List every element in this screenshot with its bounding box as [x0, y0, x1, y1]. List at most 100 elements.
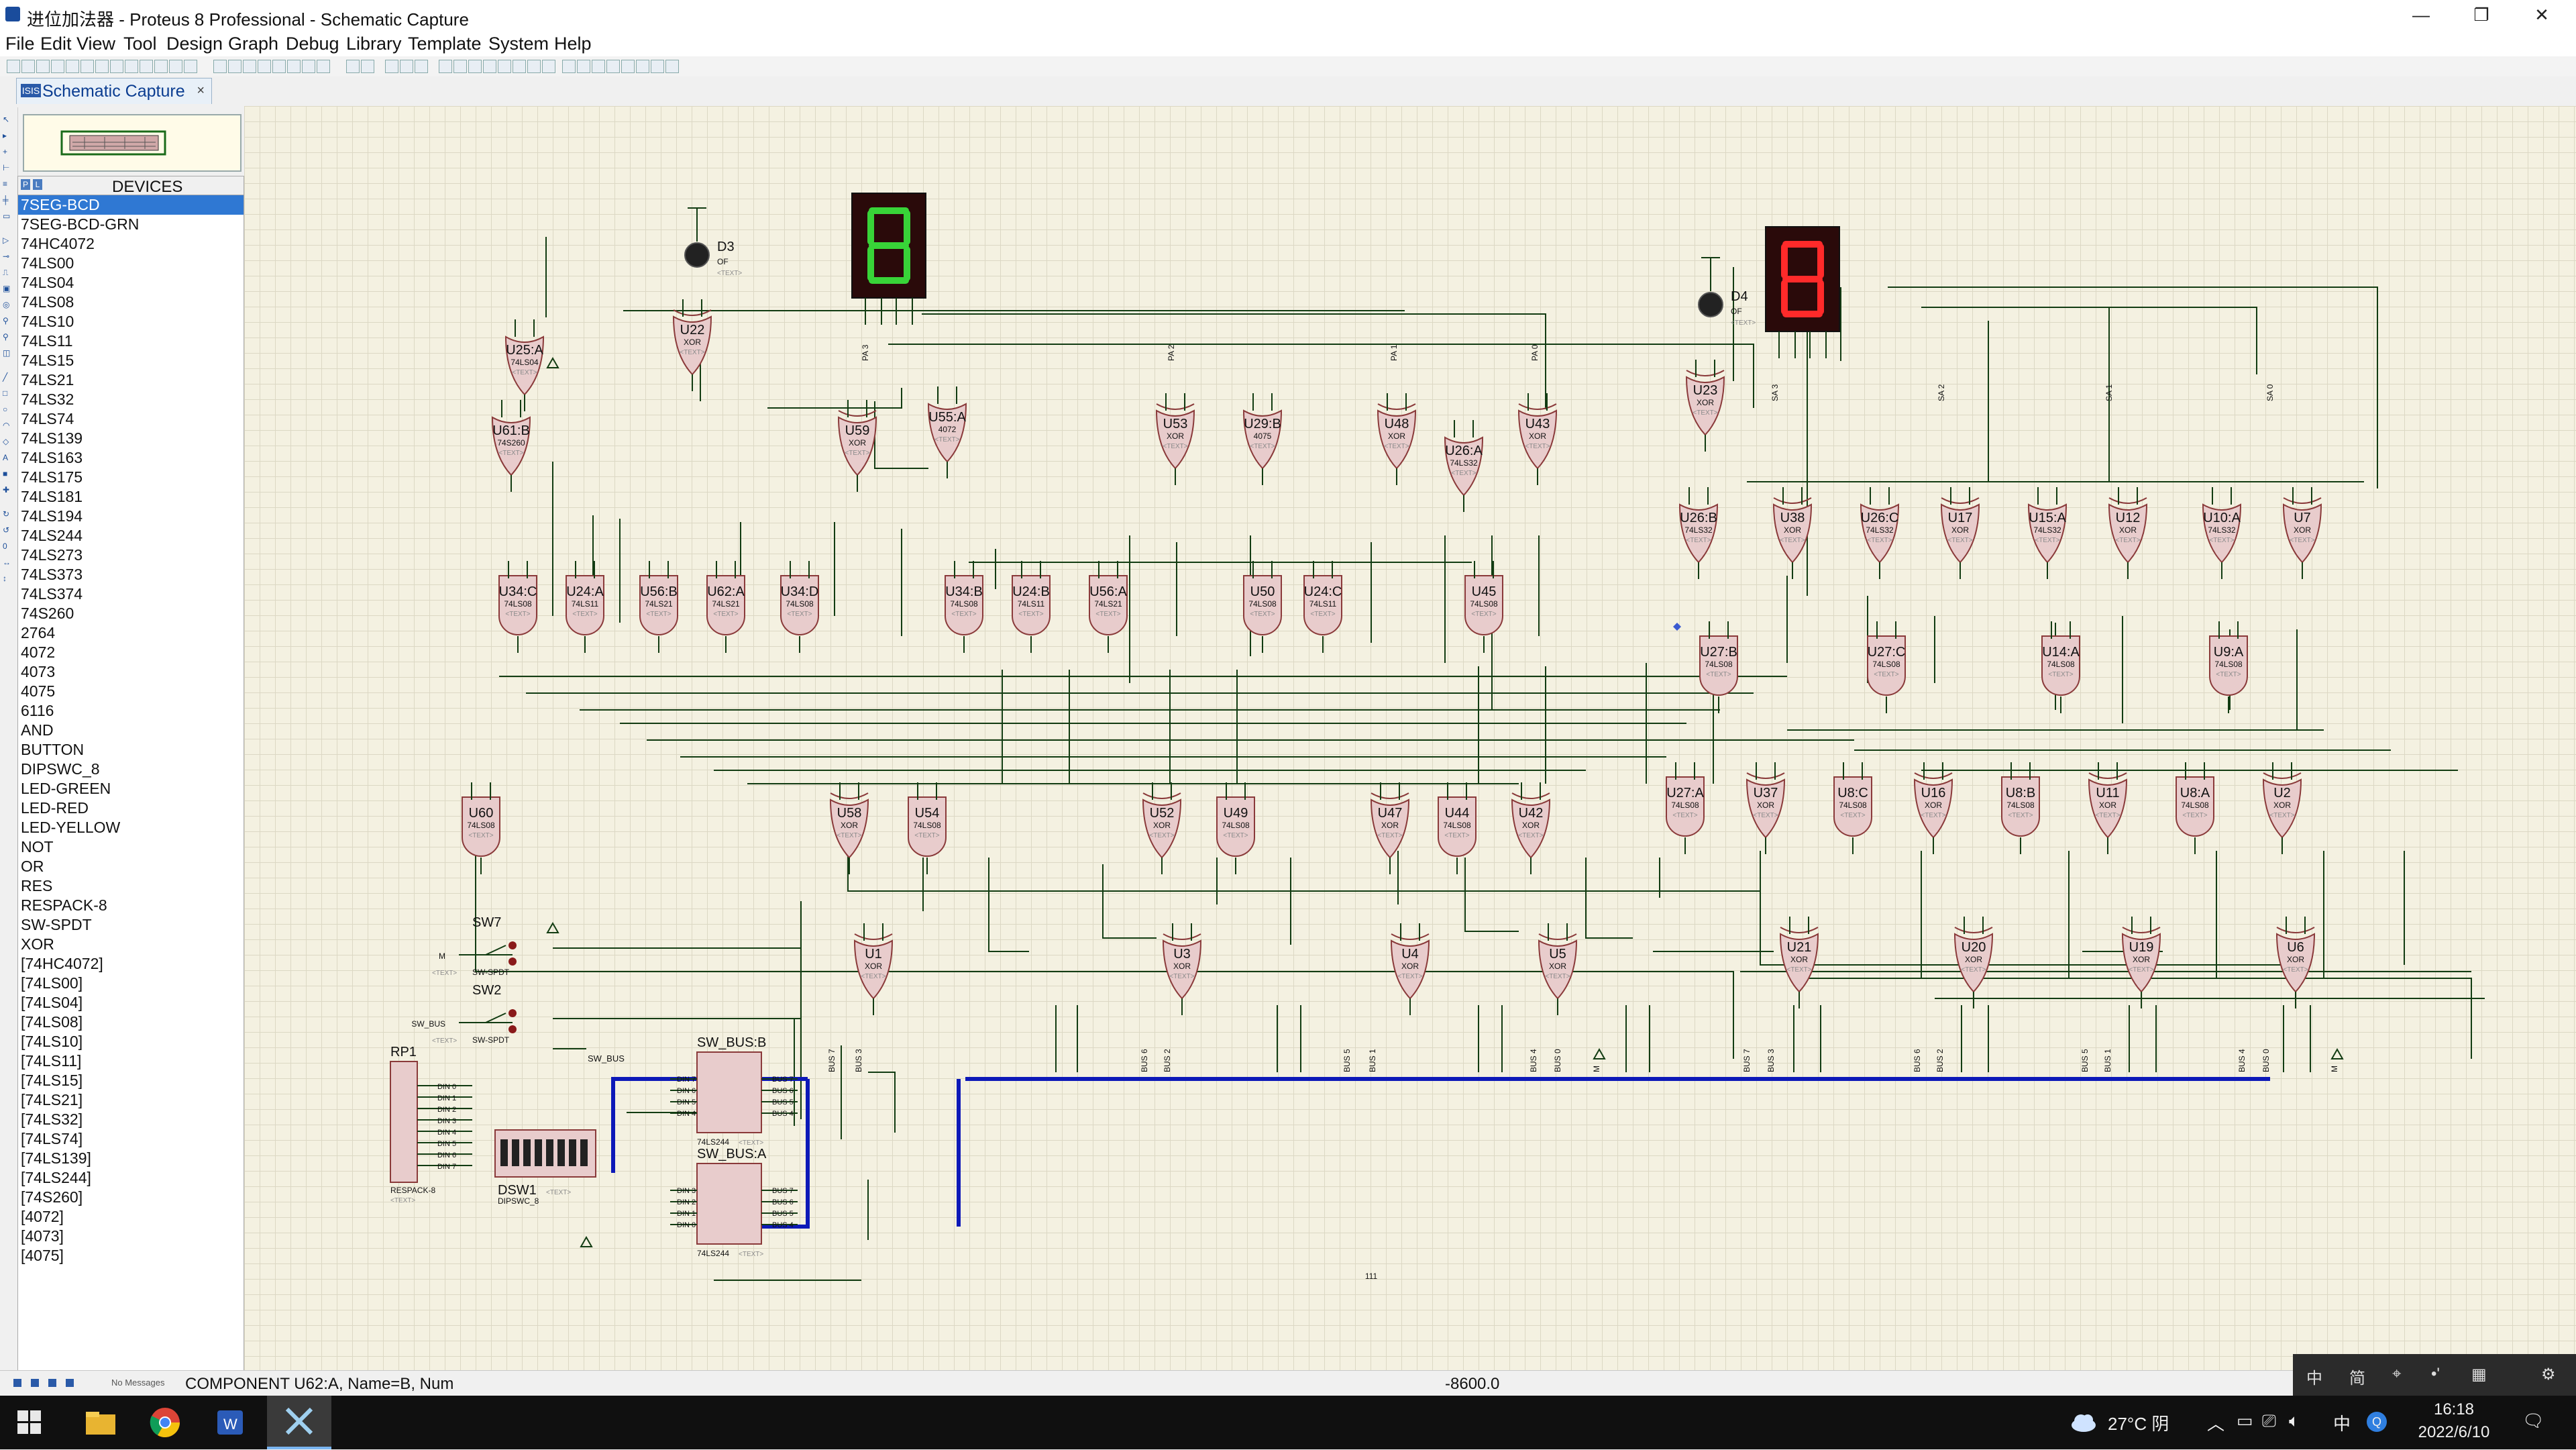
device-item[interactable]: BUTTON	[18, 740, 244, 760]
3d-icon[interactable]	[125, 60, 138, 73]
network-icon[interactable]: ⎚	[2262, 1410, 2276, 1432]
zoom-all-icon[interactable]	[302, 60, 315, 73]
generator-icon[interactable]: ◎	[3, 301, 13, 309]
make-device-icon[interactable]	[513, 60, 526, 73]
device-item[interactable]: 74LS194	[18, 507, 244, 526]
device-item[interactable]: 4073	[18, 662, 244, 682]
device-item[interactable]: 74LS08	[18, 293, 244, 312]
message-indicator[interactable]: No Messages	[111, 1378, 164, 1388]
junction-dot-icon[interactable]: +	[3, 148, 13, 156]
wire-autorouter-icon[interactable]	[562, 60, 576, 73]
proteus-taskbar-button[interactable]	[267, 1396, 331, 1449]
device-item[interactable]: OR	[18, 857, 244, 876]
help-icon[interactable]	[184, 60, 197, 73]
paste-icon[interactable]	[415, 60, 428, 73]
device-item[interactable]: 7SEG-BCD-GRN	[18, 215, 244, 234]
device-item[interactable]: [74LS04]	[18, 993, 244, 1013]
rotate-cw-icon[interactable]: ↻	[3, 510, 13, 518]
schematic-canvas[interactable]: U25:A 74LS04 <TEXT> U22 XOR <TEXT> U61:B 74S260…	[244, 106, 2576, 1370]
remove-sheet-icon[interactable]	[621, 60, 635, 73]
menu-graph[interactable]: Graph	[228, 34, 278, 54]
device-item[interactable]: RES	[18, 876, 244, 896]
windows-start-icon[interactable]	[17, 1410, 42, 1435]
arc-2d-icon[interactable]: ◠	[3, 421, 13, 429]
mirror-x-icon[interactable]: ↔	[3, 558, 13, 566]
marker-2d-icon[interactable]: ✚	[3, 486, 13, 494]
device-item[interactable]: [74HC4072]	[18, 954, 244, 974]
device-item[interactable]: 4075	[18, 682, 244, 701]
bill-of-materials-icon[interactable]	[665, 60, 679, 73]
qq-icon[interactable]: Q	[2367, 1412, 2387, 1432]
device-item[interactable]: 74LS373	[18, 565, 244, 584]
device-item[interactable]: [4073]	[18, 1227, 244, 1246]
open-icon[interactable]	[21, 60, 35, 73]
respack-rp1[interactable]	[390, 1061, 418, 1183]
menu-help[interactable]: Help	[554, 34, 592, 54]
component-mode-icon[interactable]: ▸	[3, 132, 13, 140]
device-item[interactable]: 4072	[18, 643, 244, 662]
stop-icon[interactable]	[66, 1379, 74, 1387]
device-item[interactable]: 74LS00	[18, 254, 244, 273]
undo-icon[interactable]	[346, 60, 360, 73]
probe-d4[interactable]	[1698, 257, 1723, 317]
device-item[interactable]: RESPACK-8	[18, 896, 244, 915]
pick-devices-button[interactable]: P	[21, 179, 30, 190]
circle-2d-icon[interactable]: ○	[3, 405, 13, 413]
source-icon[interactable]	[169, 60, 182, 73]
tray-chevron-icon[interactable]: ︿	[2207, 1410, 2224, 1435]
ime-keyboard-icon[interactable]: ▦	[2471, 1365, 2487, 1384]
pick-device-icon[interactable]	[498, 60, 511, 73]
device-item[interactable]: 74LS74	[18, 409, 244, 429]
ime-indicator[interactable]: 中	[2333, 1410, 2351, 1435]
device-item[interactable]: [74LS244]	[18, 1168, 244, 1188]
device-item[interactable]: 74LS374	[18, 584, 244, 604]
text-2d-icon[interactable]: A	[3, 454, 13, 462]
device-item[interactable]: LED-YELLOW	[18, 818, 244, 837]
new-icon[interactable]	[7, 60, 20, 73]
ime-chinese-mode[interactable]: 中	[2306, 1365, 2322, 1388]
switch-sw2[interactable]	[459, 1009, 517, 1033]
device-item[interactable]: 74LS15	[18, 351, 244, 370]
overview-preview[interactable]	[23, 114, 241, 172]
pan-icon[interactable]	[258, 60, 271, 73]
chrome-icon[interactable]	[146, 1404, 184, 1441]
subcircuit-icon[interactable]: ▭	[3, 212, 13, 220]
tray-app-icon[interactable]: ▭	[2237, 1410, 2253, 1431]
device-item[interactable]: 7SEG-BCD	[18, 195, 244, 215]
terminal-icon[interactable]: ▷	[3, 236, 13, 244]
angle-icon[interactable]: 0	[3, 542, 13, 550]
device-item[interactable]: 74LS04	[18, 273, 244, 293]
device-item[interactable]: 74LS21	[18, 370, 244, 390]
bom-icon[interactable]	[154, 60, 168, 73]
device-item[interactable]: [74LS32]	[18, 1110, 244, 1129]
device-list[interactable]: 7SEG-BCD 7SEG-BCD-GRN 74HC4072 74LS00 74LS04…	[17, 195, 244, 1377]
device-pin-icon[interactable]: ⊸	[3, 252, 13, 260]
wire-label-icon[interactable]: ⊢	[3, 164, 13, 172]
ime-punctuation-icon[interactable]: •'	[2431, 1365, 2440, 1384]
graph-icon[interactable]: ⎍	[3, 268, 13, 276]
menu-view[interactable]: View	[76, 34, 115, 54]
play-icon[interactable]	[13, 1379, 21, 1387]
mirror-y-icon[interactable]: ↕	[3, 574, 13, 582]
menu-file[interactable]: File	[5, 34, 35, 54]
netlist-icon[interactable]	[636, 60, 649, 73]
block-delete-icon[interactable]	[483, 60, 496, 73]
property-assignment-icon[interactable]	[592, 60, 605, 73]
refresh-icon[interactable]	[213, 60, 227, 73]
line-2d-icon[interactable]: ╱	[3, 373, 13, 381]
box-2d-icon[interactable]: □	[3, 389, 13, 397]
new-sheet-icon[interactable]	[606, 60, 620, 73]
probe-d3[interactable]	[684, 207, 710, 268]
decompose-icon[interactable]	[542, 60, 555, 73]
device-item[interactable]: [74LS21]	[18, 1090, 244, 1110]
tab-close-icon[interactable]: ×	[197, 83, 205, 99]
menu-library[interactable]: Library	[346, 34, 402, 54]
save-icon[interactable]	[36, 60, 50, 73]
close-button[interactable]: ✕	[2512, 0, 2572, 31]
bus-mode-icon[interactable]: ╪	[3, 196, 13, 204]
device-item[interactable]: [74LS15]	[18, 1071, 244, 1090]
device-item[interactable]: LED-GREEN	[18, 779, 244, 798]
device-item[interactable]: 74S260	[18, 604, 244, 623]
device-item[interactable]: 74LS32	[18, 390, 244, 409]
copy-icon[interactable]	[400, 60, 413, 73]
